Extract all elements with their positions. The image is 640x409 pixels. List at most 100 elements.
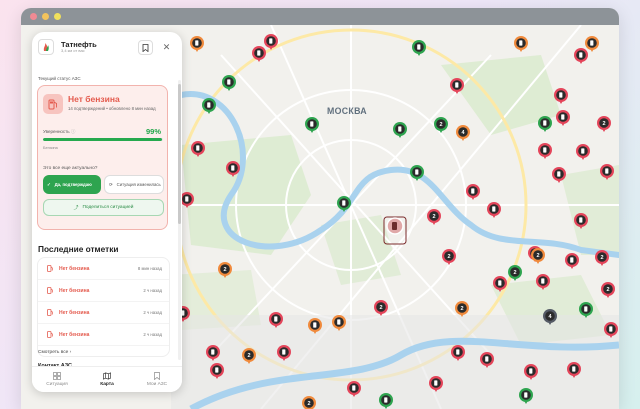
map-icon [103, 372, 111, 380]
gas-station-icon [337, 319, 341, 325]
marker-count: 2 [379, 305, 382, 311]
bookmark-icon [142, 43, 149, 52]
share-icon: ⤴ [73, 206, 79, 211]
list-item[interactable]: Нет бензина 2 ч назад [38, 324, 169, 346]
panel-header: Татнефть 3,4 км от вас ✕ [32, 32, 182, 62]
marker-count: 2 [307, 401, 310, 407]
confidence-value: 99% [145, 127, 161, 136]
gas-station-icon [561, 114, 565, 120]
close-icon: ✕ [162, 42, 171, 52]
gas-station-icon [529, 368, 533, 374]
gas-station-icon [195, 40, 199, 46]
gas-station-icon [46, 309, 54, 317]
situation-changed-button[interactable]: ⟳ Ситуация изменилась [104, 175, 164, 194]
gas-station-icon [274, 316, 278, 322]
gas-station-icon [46, 331, 54, 339]
gas-station-icon [579, 217, 583, 223]
gas-station-icon [543, 147, 547, 153]
marker-count: 2 [606, 287, 609, 293]
nav-my-stations[interactable]: Мои АЗС [132, 367, 182, 392]
gas-station-icon [498, 280, 502, 286]
gas-station-icon [43, 94, 63, 114]
actuality-question: Это все еще актуально? [43, 166, 98, 171]
gas-station-icon [543, 120, 547, 126]
gas-station-icon [215, 367, 219, 373]
gas-station-icon [590, 40, 594, 46]
gas-station-icon [557, 171, 561, 177]
gas-station-icon [231, 165, 235, 171]
gas-station-icon [456, 349, 460, 355]
gas-station-icon [559, 92, 563, 98]
window-titlebar [21, 8, 619, 25]
confidence-bar [43, 138, 163, 141]
gas-station-icon [46, 287, 54, 295]
close-panel-button[interactable]: ✕ [159, 40, 174, 55]
status-card: Нет бензина 14 подтверждений • обновлено… [37, 85, 168, 230]
recent-marks-title: Последние отметки [38, 244, 119, 254]
gas-station-icon [524, 392, 528, 398]
minimize-window-button[interactable] [42, 13, 49, 20]
gas-station-icon [398, 126, 402, 132]
marker-count: 2 [247, 353, 250, 359]
grid-icon [53, 372, 61, 380]
gas-station-icon [417, 44, 421, 50]
check-icon: ✓ [47, 181, 51, 187]
confirm-button[interactable]: ✓ Да, подтверждаю [43, 175, 101, 194]
gas-station-icon [269, 38, 273, 44]
nav-situations[interactable]: Ситуация [32, 367, 82, 392]
list-item[interactable]: Нет бензина 2 ч назад [38, 280, 169, 302]
refresh-icon: ⟳ [109, 181, 113, 187]
marker-count: 2 [447, 254, 450, 260]
bookmark-button[interactable] [138, 40, 153, 55]
nav-map[interactable]: Карта [82, 367, 132, 392]
station-panel: Татнефть 3,4 км от вас ✕ Текущий статус … [32, 32, 182, 392]
maximize-window-button[interactable] [54, 13, 61, 20]
info-icon: ⓘ [70, 129, 76, 134]
gas-station-icon [342, 200, 346, 206]
gas-station-icon [570, 257, 574, 263]
marker-count: 2 [602, 121, 605, 127]
close-window-button[interactable] [30, 13, 37, 20]
confidence-label: Уверенность ⓘ [43, 129, 76, 134]
scrollbar-thumb[interactable] [178, 84, 181, 224]
gas-station-icon [579, 52, 583, 58]
marker-count: 2 [432, 214, 435, 220]
marker-count: 2 [460, 306, 463, 312]
marker-count: 2 [439, 122, 442, 128]
see-all-link[interactable]: Смотреть все › [38, 350, 71, 355]
gas-station-icon [471, 188, 475, 194]
gas-station-icon [572, 366, 576, 372]
gas-station-icon [196, 145, 200, 151]
gas-station-icon [584, 306, 588, 312]
gas-station-icon [313, 322, 317, 328]
gas-station-icon [581, 148, 585, 154]
gas-station-icon [415, 169, 419, 175]
gas-station-icon [211, 349, 215, 355]
bottom-nav: Ситуация Карта Мои АЗС [32, 366, 182, 392]
gas-station-icon [605, 168, 609, 174]
marker-count: 2 [223, 267, 226, 273]
list-item[interactable]: Нет бензина 8 мин назад [38, 258, 169, 280]
gas-station-icon [455, 82, 459, 88]
gas-station-icon [352, 385, 356, 391]
gas-station-icon [257, 50, 261, 56]
list-item[interactable]: Нет бензина 2 ч назад [38, 302, 169, 324]
gas-station-icon [434, 380, 438, 386]
gas-station-icon [519, 40, 523, 46]
gas-station-icon [609, 326, 613, 332]
marker-count: 2 [536, 253, 539, 259]
gas-station-icon [541, 278, 545, 284]
gas-station-icon [384, 397, 388, 403]
marker-count: 2 [600, 255, 603, 261]
tatneft-logo-icon [38, 39, 54, 55]
bookmark-icon [153, 372, 161, 380]
confidence-note: Бензина [43, 146, 58, 150]
gas-station-icon [185, 196, 189, 202]
status-title: Нет бензина [68, 94, 120, 104]
gas-station-icon [282, 349, 286, 355]
gas-station-icon [207, 102, 211, 108]
gas-station-icon [492, 206, 496, 212]
city-label: МОСКВА [327, 106, 367, 116]
status-subtitle: 14 подтверждений • обновлено 8 мин назад [68, 106, 156, 111]
share-button[interactable]: ⤴ Поделиться ситуацией [43, 199, 164, 216]
